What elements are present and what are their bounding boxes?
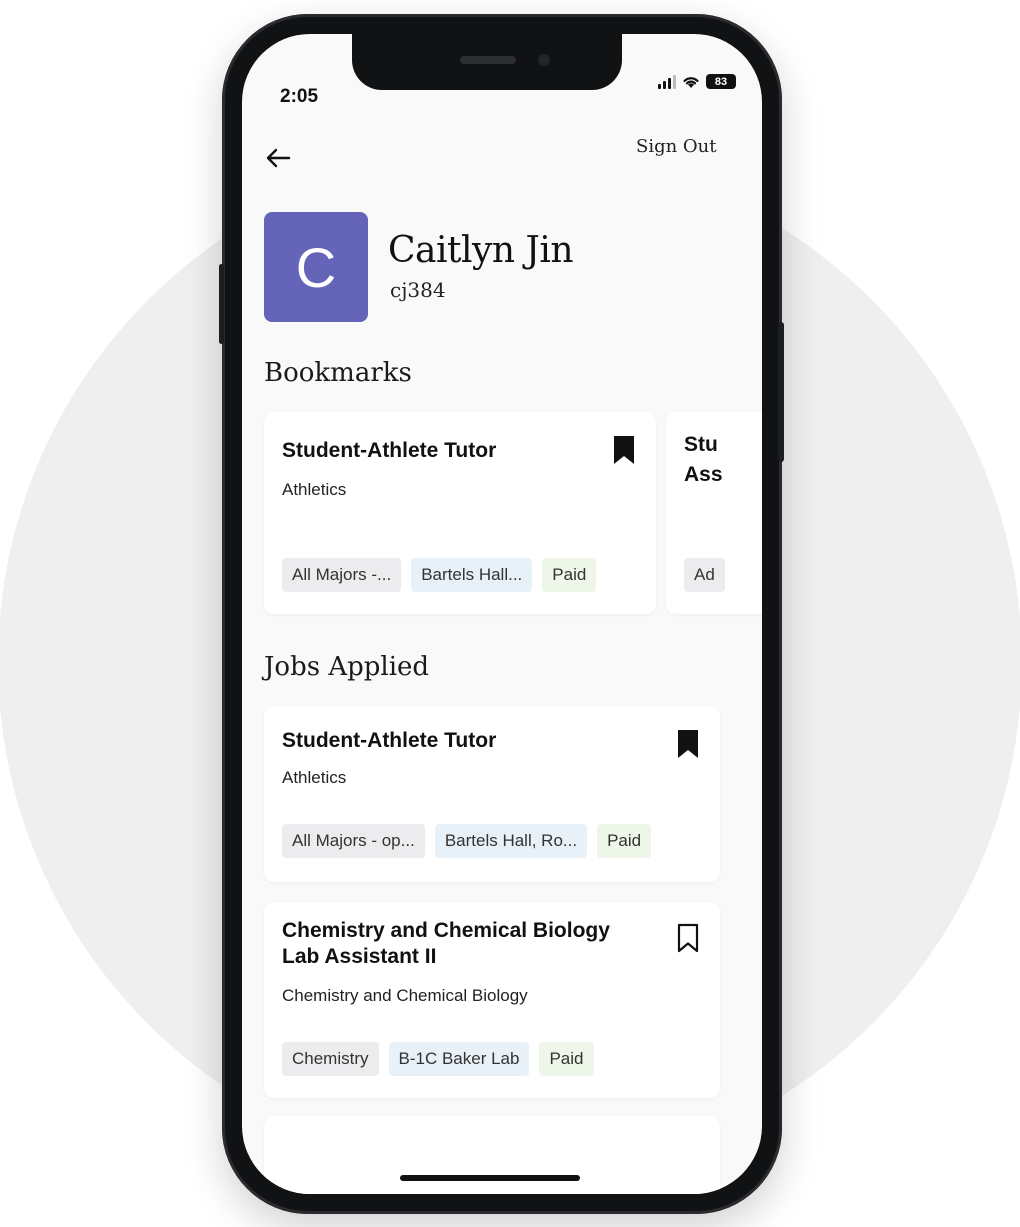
card-tags: Chemistry B-1C Baker Lab Paid — [282, 1042, 594, 1076]
card-department: Athletics — [282, 768, 347, 787]
status-time: 2:05 — [280, 86, 319, 107]
tag-majors: Ad — [684, 558, 725, 592]
avatar: C — [264, 212, 368, 322]
bookmark-card[interactable]: Student-Athlete Tutor Athletics All Majo… — [264, 412, 656, 614]
job-card[interactable]: Student-Athlete Tutor Athletics All Majo… — [264, 706, 720, 882]
profile-name: Caitlyn Jin — [388, 230, 574, 271]
volume-button — [219, 264, 224, 344]
card-title: Student-Athlete Tutor — [282, 729, 497, 752]
camera — [538, 54, 550, 66]
jobs-applied-heading: Jobs Applied — [264, 652, 430, 682]
screen: 2:05 83 Sign Out C Caitlyn Jin cj384 Boo… — [242, 34, 762, 1194]
bookmark-card[interactable]: Stu Ass Ad — [666, 412, 762, 614]
signal-icon — [658, 74, 676, 89]
bookmark-filled-icon[interactable] — [676, 728, 700, 760]
profile-netid: cj384 — [390, 278, 446, 302]
power-button — [778, 322, 784, 462]
card-title-line1: Chemistry and Chemical Biology — [282, 919, 610, 942]
home-indicator[interactable] — [400, 1175, 580, 1181]
tag-paid: Paid — [539, 1042, 594, 1076]
card-tags: All Majors -... Bartels Hall... Paid — [282, 558, 597, 592]
tag-major: Chemistry — [282, 1042, 379, 1076]
card-title-line1: Stu — [684, 433, 718, 456]
tag-paid: Paid — [597, 824, 652, 858]
sign-out-button[interactable]: Sign Out — [636, 136, 717, 157]
card-title-line2: Lab Assistant II — [282, 945, 437, 968]
tag-majors: All Majors - op... — [282, 824, 425, 858]
job-card[interactable] — [264, 1116, 720, 1194]
bookmark-outline-icon[interactable] — [676, 922, 700, 954]
tag-location: Bartels Hall... — [411, 558, 533, 592]
phone-frame: 2:05 83 Sign Out C Caitlyn Jin cj384 Boo… — [219, 14, 784, 1214]
card-tags: Ad — [684, 558, 725, 592]
tag-majors: All Majors -... — [282, 558, 402, 592]
card-title-line2: Ass — [684, 463, 723, 486]
tag-paid: Paid — [542, 558, 597, 592]
card-department: Chemistry and Chemical Biology — [282, 986, 528, 1005]
notch — [352, 34, 622, 90]
wifi-icon — [683, 76, 699, 88]
card-tags: All Majors - op... Bartels Hall, Ro... P… — [282, 824, 652, 858]
bookmark-filled-icon[interactable] — [612, 434, 636, 466]
tag-location: Bartels Hall, Ro... — [434, 824, 588, 858]
tag-location: B-1C Baker Lab — [388, 1042, 530, 1076]
battery-icon: 83 — [706, 74, 736, 89]
status-icons: 83 — [658, 74, 736, 89]
speaker — [460, 56, 516, 64]
card-title: Student-Athlete Tutor — [282, 439, 497, 462]
bookmarks-heading: Bookmarks — [264, 358, 412, 388]
card-department: Athletics — [282, 480, 347, 499]
back-arrow-icon[interactable] — [262, 142, 294, 174]
job-card[interactable]: Chemistry and Chemical Biology Lab Assis… — [264, 902, 720, 1098]
